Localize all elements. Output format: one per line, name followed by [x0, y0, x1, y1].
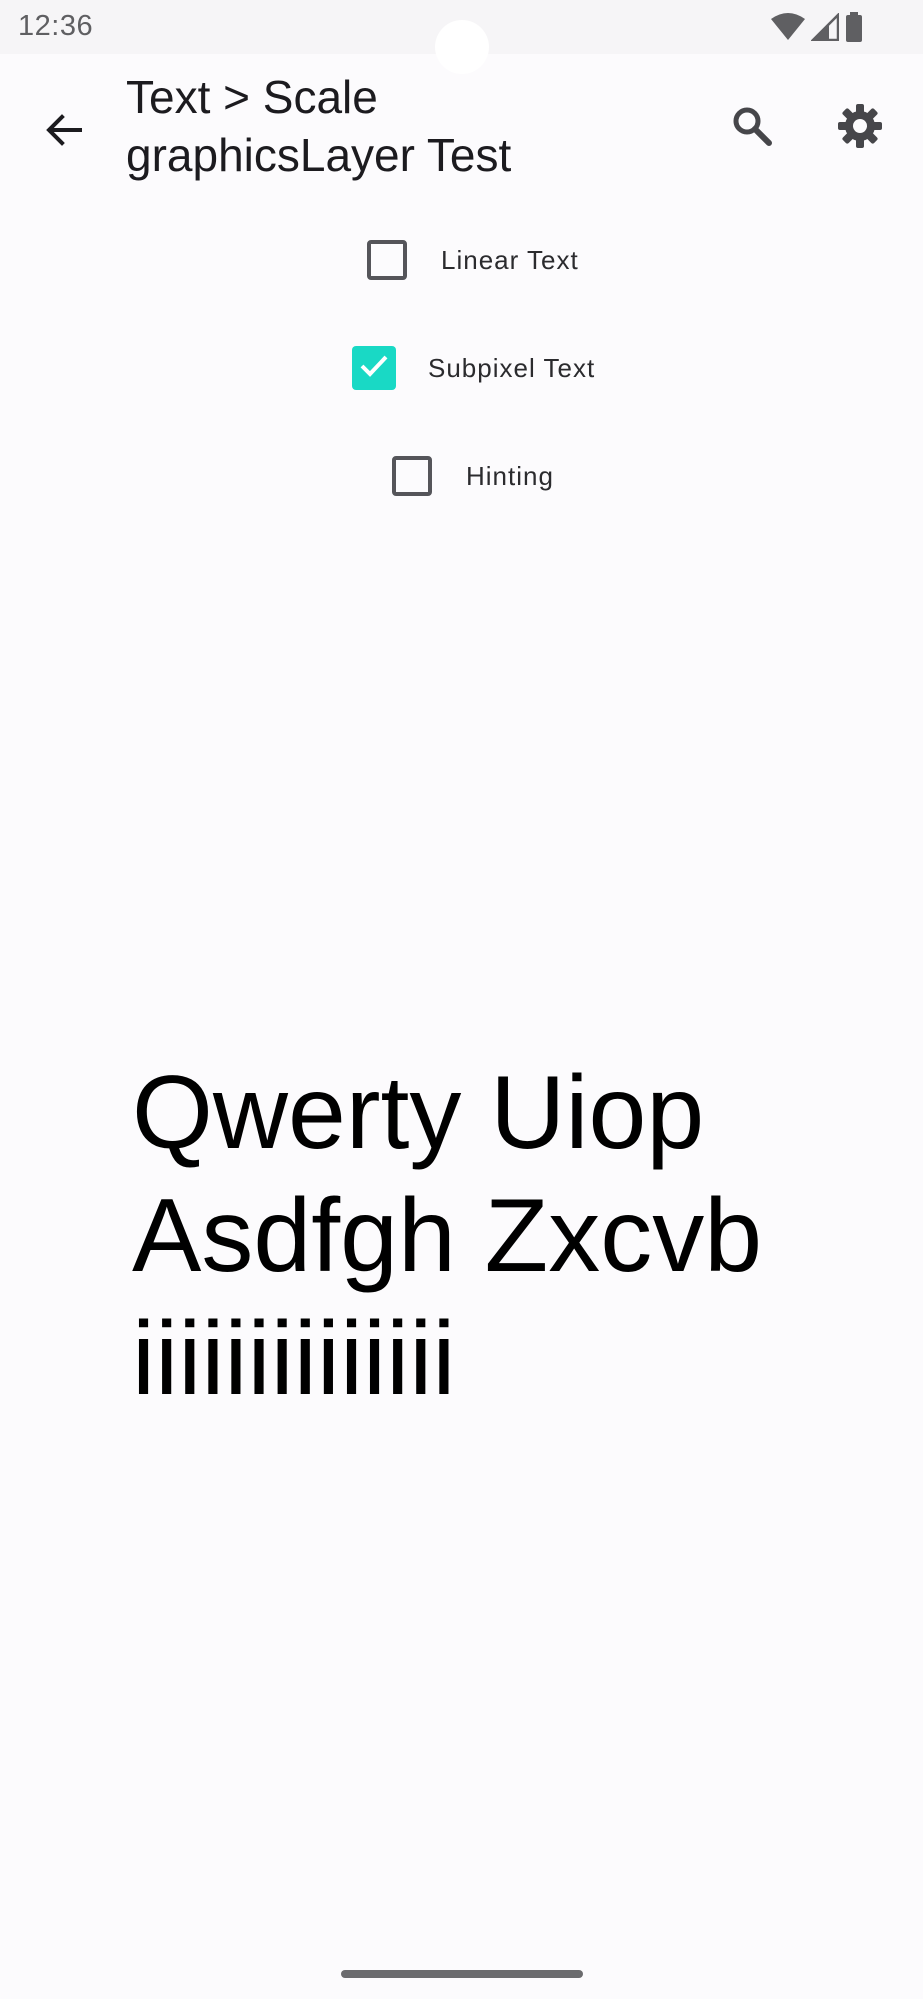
top-app-bar: Text > Scale graphicsLayer Test	[0, 54, 923, 194]
back-button[interactable]	[32, 100, 96, 164]
page-title-line1: Text > Scale	[126, 71, 378, 123]
settings-button[interactable]	[828, 96, 892, 160]
gesture-nav-handle[interactable]	[341, 1970, 583, 1978]
option-hinting[interactable]: Hinting	[392, 446, 554, 506]
check-icon	[357, 349, 391, 388]
gear-icon	[837, 103, 883, 154]
battery-icon	[845, 12, 863, 42]
sample-line-3: iiiiiiiiiiiiii	[132, 1301, 456, 1417]
status-time: 12:36	[18, 10, 94, 42]
page-title: Text > Scale graphicsLayer Test	[126, 68, 666, 184]
page-title-line2: graphicsLayer Test	[126, 129, 512, 181]
hinting-label: Hinting	[466, 460, 554, 491]
hinting-checkbox[interactable]	[392, 456, 432, 496]
sample-line-2: Asdfgh Zxcvb	[132, 1178, 763, 1294]
linear-text-checkbox[interactable]	[367, 240, 407, 280]
signal-icon	[811, 13, 839, 41]
subpixel-text-label: Subpixel Text	[428, 352, 596, 383]
option-linear-text[interactable]: Linear Text	[367, 230, 579, 290]
sample-text: Qwerty Uiop Asdfgh Zxcvb iiiiiiiiiiiiii	[132, 1052, 892, 1421]
option-subpixel-text[interactable]: Subpixel Text	[352, 338, 595, 398]
search-button[interactable]	[720, 96, 784, 160]
linear-text-label: Linear Text	[441, 244, 579, 275]
sample-line-1: Qwerty Uiop	[132, 1055, 705, 1171]
subpixel-text-checkbox[interactable]	[352, 346, 396, 390]
wifi-icon	[771, 13, 805, 41]
arrow-back-icon	[44, 110, 84, 155]
status-icons	[771, 12, 863, 42]
search-icon	[731, 105, 773, 152]
